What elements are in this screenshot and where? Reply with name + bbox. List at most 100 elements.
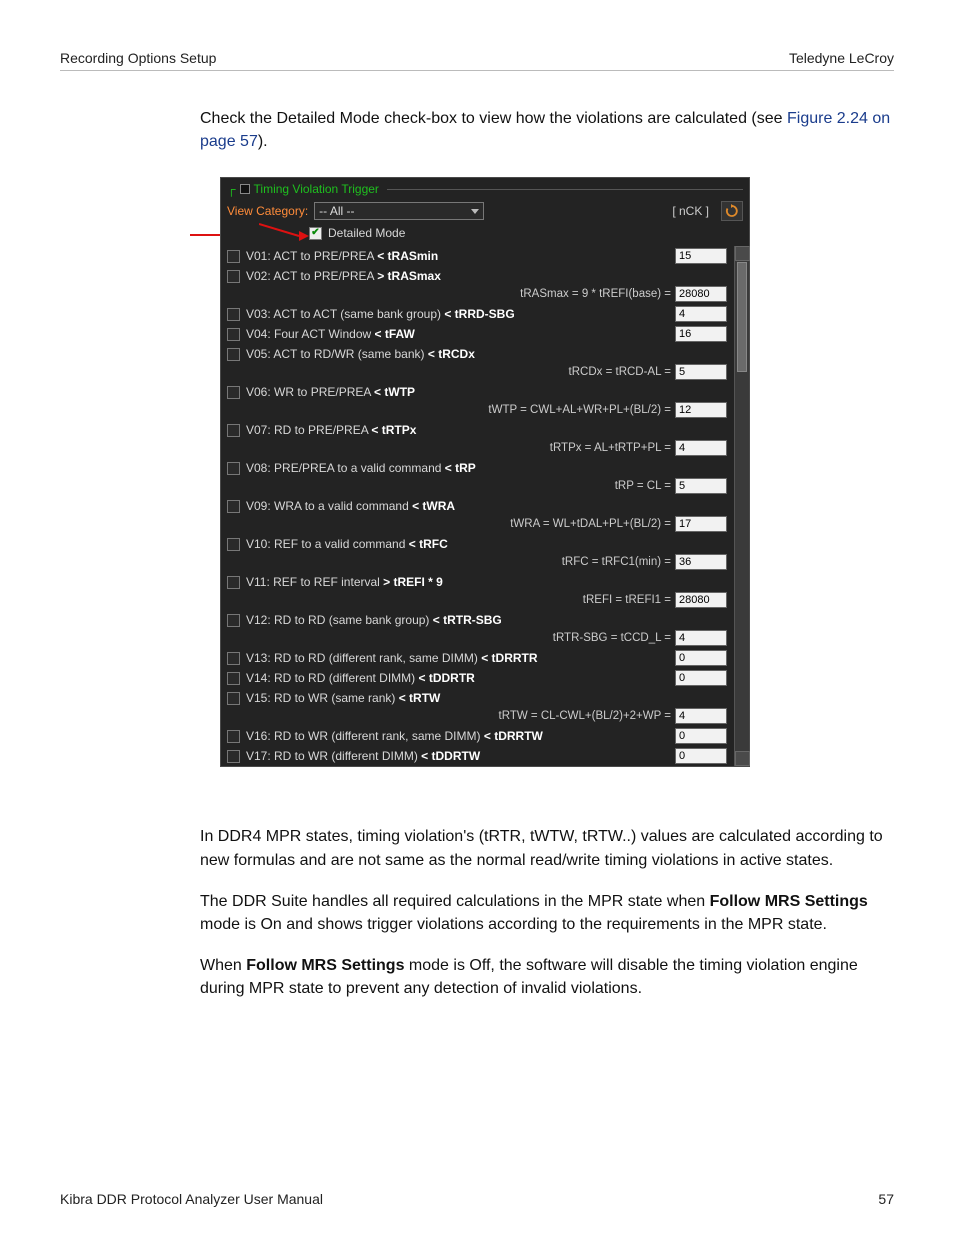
violation-calc-formula: tWTP = CWL+AL+WR+PL+(BL/2) = [488, 404, 671, 416]
violation-row-v08: V08: PRE/PREA to a valid command < tRP [221, 458, 733, 478]
violation-checkbox[interactable] [227, 348, 240, 361]
legend-title: Timing Violation Trigger [254, 182, 379, 196]
violation-row-v03: V03: ACT to ACT (same bank group) < tRRD… [221, 304, 733, 324]
violation-label: V13: RD to RD (different rank, same DIMM… [246, 651, 675, 665]
violation-label: V11: REF to REF interval > tREFI * 9 [246, 575, 727, 589]
violation-value[interactable]: 16 [675, 326, 727, 342]
violation-calc-row: tRP = CL = 5 [221, 478, 733, 496]
body-p2: The DDR Suite handles all required calcu… [200, 890, 894, 936]
violation-row-v06: V06: WR to PRE/PREA < tWTP [221, 382, 733, 402]
body-p1: In DDR4 MPR states, timing violation's (… [200, 825, 894, 871]
violation-value[interactable]: 5 [675, 478, 727, 494]
nck-label: [ nCK ] [672, 204, 709, 218]
violation-calc-formula: tRASmax = 9 * tREFI(base) = [520, 288, 671, 300]
violation-checkbox[interactable] [227, 386, 240, 399]
violation-value[interactable]: 4 [675, 708, 727, 724]
violation-row-v01: V01: ACT to PRE/PREA < tRASmin15 [221, 246, 733, 266]
violation-value[interactable]: 28080 [675, 286, 727, 302]
violation-calc-formula: tRTW = CL-CWL+(BL/2)+2+WP = [499, 710, 671, 722]
violation-row-v12: V12: RD to RD (same bank group) < tRTR-S… [221, 610, 733, 630]
scroll-thumb[interactable] [737, 262, 747, 372]
violation-value[interactable]: 0 [675, 728, 727, 744]
violation-calc-formula: tRP = CL = [615, 480, 671, 492]
violation-checkbox[interactable] [227, 750, 240, 763]
view-category-row: View Category: -- All -- [ nCK ] [221, 198, 749, 224]
violation-list: V01: ACT to PRE/PREA < tRASmin15V02: ACT… [221, 246, 749, 766]
violation-row-v16: V16: RD to WR (different rank, same DIMM… [221, 726, 733, 746]
footer-page-number: 57 [878, 1191, 894, 1207]
violation-label: V09: WRA to a valid command < tWRA [246, 499, 727, 513]
view-category-label: View Category: [227, 204, 308, 218]
violation-label: V10: REF to a valid command < tRFC [246, 537, 727, 551]
violation-calc-row: tREFI = tREFI1 =28080 [221, 592, 733, 610]
violation-calc-row: tRCDx = tRCD-AL = 5 [221, 364, 733, 382]
violation-value[interactable]: 12 [675, 402, 727, 418]
violation-value[interactable]: 4 [675, 440, 727, 456]
detailed-mode-checkbox[interactable]: ✔ [309, 227, 322, 240]
violation-calc-row: tWTP = CWL+AL+WR+PL+(BL/2) = 12 [221, 402, 733, 420]
violation-value[interactable]: 5 [675, 364, 727, 380]
violation-checkbox[interactable] [227, 462, 240, 475]
violation-label: V14: RD to RD (different DIMM) < tDDRTR [246, 671, 675, 685]
violation-checkbox[interactable] [227, 576, 240, 589]
violation-value[interactable]: 36 [675, 554, 727, 570]
violation-label: V16: RD to WR (different rank, same DIMM… [246, 729, 675, 743]
violation-value[interactable]: 15 [675, 248, 727, 264]
violation-row-v15: V15: RD to WR (same rank) < tRTW [221, 688, 733, 708]
detailed-mode-row: ✔ Detailed Mode [221, 224, 749, 246]
scrollbar[interactable] [734, 246, 749, 766]
violation-value[interactable]: 4 [675, 630, 727, 646]
violation-calc-row: tWRA = WL+tDAL+PL+(BL/2) = 17 [221, 516, 733, 534]
violation-row-v05: V05: ACT to RD/WR (same bank) < tRCDx [221, 344, 733, 364]
violation-checkbox[interactable] [227, 250, 240, 263]
violation-row-v11: V11: REF to REF interval > tREFI * 9 [221, 572, 733, 592]
violation-calc-formula: tRFC = tRFC1(min) = [562, 556, 671, 568]
body-p3: When Follow MRS Settings mode is Off, th… [200, 954, 894, 1000]
violation-row-v17: V17: RD to WR (different DIMM) < tDDRTW0 [221, 746, 733, 766]
scroll-up-button[interactable] [735, 246, 750, 261]
violation-checkbox[interactable] [227, 328, 240, 341]
violation-checkbox[interactable] [227, 500, 240, 513]
violation-checkbox[interactable] [227, 308, 240, 321]
violation-value[interactable]: 0 [675, 650, 727, 666]
chevron-down-icon [471, 209, 479, 214]
violation-label: V08: PRE/PREA to a valid command < tRP [246, 461, 727, 475]
violation-value[interactable]: 28080 [675, 592, 727, 608]
violation-row-v07: V07: RD to PRE/PREA < tRTPx [221, 420, 733, 440]
violation-calc-row: tRFC = tRFC1(min) = 36 [221, 554, 733, 572]
violation-row-v09: V09: WRA to a valid command < tWRA [221, 496, 733, 516]
screenshot-container: ┌ Timing Violation Trigger View Category… [220, 177, 750, 767]
violation-value[interactable]: 0 [675, 748, 727, 764]
violation-row-v02: V02: ACT to PRE/PREA > tRASmax [221, 266, 733, 286]
violation-calc-formula: tWRA = WL+tDAL+PL+(BL/2) = [510, 518, 671, 530]
refresh-icon [725, 204, 739, 218]
violation-row-v14: V14: RD to RD (different DIMM) < tDDRTR0 [221, 668, 733, 688]
violation-label: V06: WR to PRE/PREA < tWTP [246, 385, 727, 399]
violation-calc-row: tRTPx = AL+tRTP+PL =4 [221, 440, 733, 458]
violation-checkbox[interactable] [227, 730, 240, 743]
violation-calc-row: tRTR-SBG = tCCD_L = 4 [221, 630, 733, 648]
violation-calc-formula: tRCDx = tRCD-AL = [569, 366, 671, 378]
view-category-select[interactable]: -- All -- [314, 202, 484, 220]
violation-checkbox[interactable] [227, 692, 240, 705]
violation-checkbox[interactable] [227, 672, 240, 685]
detailed-arrow-icon [259, 220, 315, 244]
view-category-value: -- All -- [319, 204, 354, 218]
violation-checkbox[interactable] [227, 538, 240, 551]
legend-checkbox[interactable] [240, 184, 250, 194]
footer-left: Kibra DDR Protocol Analyzer User Manual [60, 1191, 323, 1207]
violation-value[interactable]: 17 [675, 516, 727, 532]
body-text: In DDR4 MPR states, timing violation's (… [200, 825, 894, 1000]
violation-checkbox[interactable] [227, 614, 240, 627]
violation-value[interactable]: 4 [675, 306, 727, 322]
violation-checkbox[interactable] [227, 424, 240, 437]
violation-checkbox[interactable] [227, 652, 240, 665]
violation-checkbox[interactable] [227, 270, 240, 283]
violation-value[interactable]: 0 [675, 670, 727, 686]
scroll-down-button[interactable] [735, 751, 750, 766]
violation-calc-row: tRASmax = 9 * tREFI(base) = 28080 [221, 286, 733, 304]
detailed-mode-label: Detailed Mode [328, 226, 405, 240]
violation-calc-formula: tRTR-SBG = tCCD_L = [553, 632, 671, 644]
violation-label: V01: ACT to PRE/PREA < tRASmin [246, 249, 675, 263]
refresh-button[interactable] [721, 201, 743, 221]
